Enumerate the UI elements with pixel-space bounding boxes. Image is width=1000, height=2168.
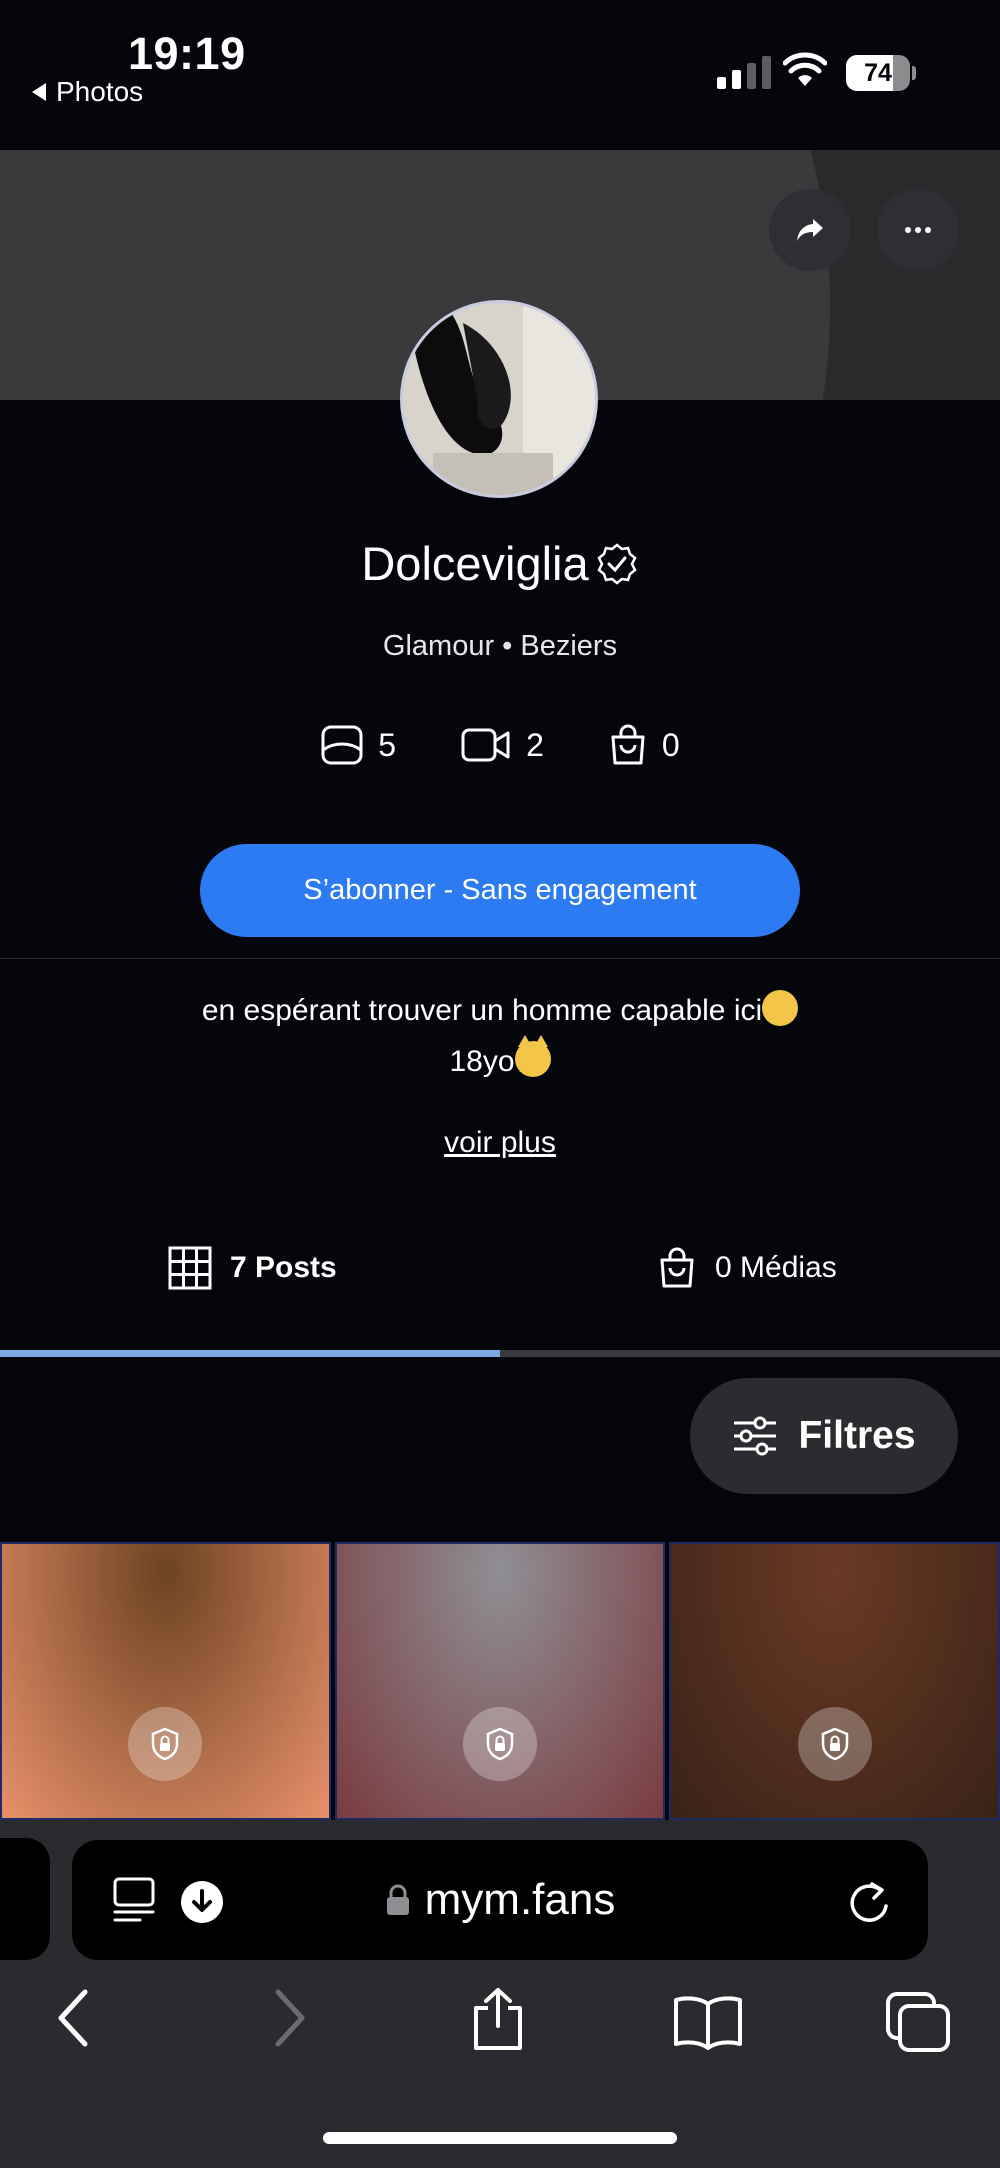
battery-icon: 74 xyxy=(846,55,910,91)
lock-shield-icon xyxy=(463,1707,537,1781)
profile-bio: en espérant trouver un homme capable ici… xyxy=(0,985,1000,1087)
reload-icon[interactable] xyxy=(846,1876,892,1926)
post-tile[interactable] xyxy=(669,1542,1000,1820)
tab-posts-label: 7 Posts xyxy=(230,1251,337,1284)
tab-posts[interactable]: 7 Posts xyxy=(168,1246,337,1290)
profile-avatar[interactable] xyxy=(400,300,598,498)
active-tab-indicator xyxy=(0,1350,500,1357)
bio-line-2: 18yo xyxy=(449,1045,515,1078)
post-tile[interactable] xyxy=(0,1542,331,1820)
shopping-bag-icon xyxy=(611,724,645,765)
videos-count: 2 xyxy=(526,726,544,763)
url-text: mym.fans xyxy=(424,1875,616,1924)
sliders-icon xyxy=(734,1416,777,1456)
tab-media[interactable]: 0 Médias xyxy=(657,1246,837,1290)
more-dots-icon xyxy=(905,227,931,233)
shop-count: 0 xyxy=(661,726,680,763)
tab-media-label: 0 Médias xyxy=(715,1251,837,1284)
posts-grid xyxy=(0,1542,1000,1820)
profile-name: Dolceviglia xyxy=(0,536,1000,591)
shopping-bag-icon xyxy=(660,1247,694,1288)
post-tile[interactable] xyxy=(334,1542,666,1820)
profile-name-text: Dolceviglia xyxy=(361,537,589,590)
back-icon[interactable] xyxy=(55,1988,91,2048)
back-app-label: Photos xyxy=(56,76,144,107)
more-options-button[interactable] xyxy=(877,189,959,271)
share-button[interactable] xyxy=(769,189,851,271)
lock-shield-icon xyxy=(797,1707,872,1781)
divider xyxy=(0,958,1000,959)
filters-button[interactable]: Filtres xyxy=(690,1378,958,1494)
filters-label: Filtres xyxy=(798,1414,916,1457)
home-indicator xyxy=(323,2132,677,2144)
photo-icon xyxy=(321,725,363,765)
shop-stat: 0 xyxy=(608,723,680,767)
videos-stat: 2 xyxy=(460,723,544,767)
cellular-signal-icon xyxy=(717,56,771,89)
kissing-cat-emoji-icon xyxy=(514,1035,551,1077)
subscribe-button[interactable]: S’abonner - Sans engagement xyxy=(200,844,800,937)
hugging-face-emoji-icon xyxy=(762,990,799,1026)
share-icon[interactable] xyxy=(470,1986,526,2052)
lock-icon xyxy=(386,1884,409,1915)
lock-shield-icon xyxy=(128,1707,203,1781)
bio-line-1: en espérant trouver un homme capable ici xyxy=(201,994,763,1027)
see-more-link[interactable]: voir plus xyxy=(0,1126,1000,1160)
back-to-photos-link[interactable]: Photos xyxy=(32,76,143,108)
profile-subtitle: Glamour • Beziers xyxy=(382,630,618,662)
tabs-icon[interactable] xyxy=(884,1990,952,2054)
share-arrow-icon xyxy=(797,219,823,241)
forward-icon[interactable] xyxy=(272,1988,308,2048)
bookmarks-icon[interactable] xyxy=(672,1994,744,2050)
photos-stat: 5 xyxy=(320,723,396,767)
back-arrow-icon xyxy=(32,83,46,101)
status-time: 19:19 xyxy=(128,28,246,79)
video-camera-icon xyxy=(461,728,510,762)
verified-badge-icon xyxy=(597,542,637,585)
photos-count: 5 xyxy=(378,726,397,763)
wifi-icon xyxy=(783,52,827,86)
avatar-image xyxy=(403,303,595,495)
battery-percent: 74 xyxy=(864,59,892,87)
grid-icon xyxy=(168,1246,212,1290)
battery-tip xyxy=(912,66,916,80)
profile-stats: 5 2 0 xyxy=(0,723,1000,767)
